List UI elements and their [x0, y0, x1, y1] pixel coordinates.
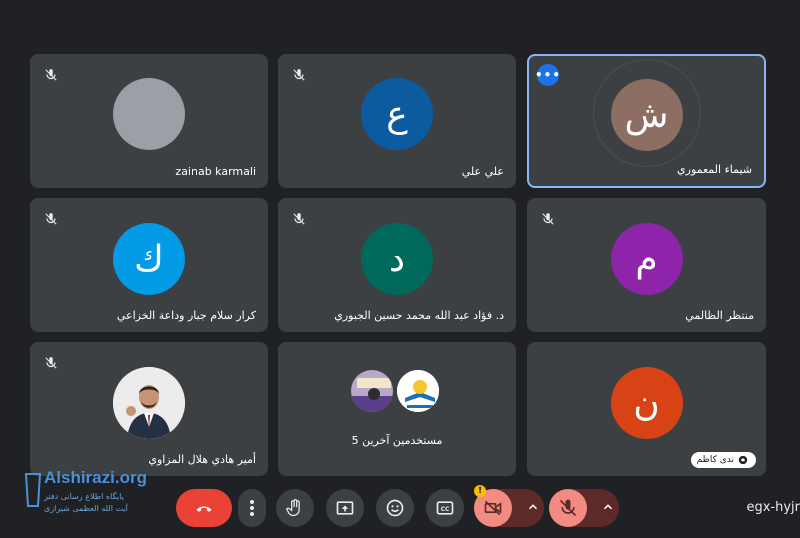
mic-toggle-button[interactable]: [549, 489, 587, 527]
present-screen-button[interactable]: [326, 489, 364, 527]
organization-logo: [395, 368, 441, 414]
participant-avatar: د: [361, 223, 433, 295]
participant-tile-fuad[interactable]: د د. فؤاد عبد الله محمد حسين الجبوري: [278, 198, 516, 332]
captions-icon: CC: [436, 501, 454, 515]
mic-off-icon: [42, 354, 60, 372]
watermark-title: Alshirazi.org: [44, 468, 147, 487]
mic-control-group: [549, 489, 619, 527]
participant-name: أمير هادي هلال المزاوي: [148, 453, 256, 466]
watermark-line-2: آیت الله العظمی شیرازی: [44, 504, 128, 513]
participant-name: ندى كاظم: [696, 455, 734, 465]
pin-icon: [738, 455, 748, 465]
participant-tile-ali[interactable]: ع علي علي: [278, 54, 516, 188]
participant-name: منتظر الظالمي: [685, 309, 754, 322]
mic-off-icon: [42, 66, 60, 84]
more-vert-icon: [250, 500, 254, 516]
participant-avatar: ن: [610, 367, 683, 439]
participant-name: كرار سلام جبار وداعة الخزاعي: [116, 309, 256, 322]
end-call-icon: [196, 506, 212, 512]
others-count-label: 5 مستخدمين آخرين: [351, 434, 443, 447]
captions-button[interactable]: CC: [426, 489, 464, 527]
participant-tile-zainab[interactable]: zainab karmali: [30, 54, 268, 188]
emoji-icon: [386, 499, 404, 517]
camera-off-icon: [484, 500, 502, 516]
participant-photo: [113, 367, 185, 439]
participant-photo: [349, 368, 395, 414]
participant-avatar: [113, 78, 185, 150]
more-options-icon[interactable]: •••: [535, 64, 560, 86]
participant-name: د. فؤاد عبد الله محمد حسين الجبوري: [334, 309, 504, 322]
chevron-up-icon: [528, 504, 538, 510]
participant-tile-amir[interactable]: أمير هادي هلال المزاوي: [30, 342, 268, 476]
svg-text:CC: CC: [441, 507, 450, 513]
participant-tile-others[interactable]: 5 مستخدمين آخرين: [278, 342, 516, 476]
raise-hand-icon: [285, 499, 300, 517]
end-call-button[interactable]: [176, 489, 232, 527]
watermark-logo: Alshirazi.org پایگاه اطلاع رسانی دفتر آی…: [22, 468, 202, 524]
warning-badge-icon: !: [474, 485, 486, 497]
mic-off-icon: [290, 66, 308, 84]
mic-off-icon: [290, 210, 308, 228]
participant-name: علي علي: [461, 165, 504, 178]
chevron-up-icon: [603, 504, 613, 510]
participant-tile-nada[interactable]: ن ندى كاظم: [527, 342, 766, 476]
participant-tile-muntadhar[interactable]: م منتظر الظالمي: [527, 198, 766, 332]
participant-avatar: ش: [610, 79, 683, 151]
camera-options-button[interactable]: [526, 499, 540, 518]
more-options-button[interactable]: [238, 489, 266, 527]
present-screen-icon: [336, 501, 354, 515]
participant-avatar: ع: [361, 78, 433, 150]
emoji-reaction-button[interactable]: [376, 489, 414, 527]
watermark-line-1: پایگاه اطلاع رسانی دفتر: [44, 492, 124, 501]
meeting-code: egx-hyjr: [746, 500, 800, 515]
participant-avatar: م: [610, 223, 683, 295]
participant-tile-shaimaa[interactable]: ••• ش شيماء المعموري: [527, 54, 766, 188]
participant-name: شيماء المعموري: [677, 163, 752, 176]
camera-control-group: !: [474, 485, 544, 527]
mic-off-icon: [539, 210, 557, 228]
others-avatars: [349, 368, 445, 416]
mic-off-icon: [559, 499, 577, 517]
mic-off-icon: [42, 210, 60, 228]
mic-options-button[interactable]: [601, 499, 615, 518]
participant-avatar: ك: [113, 223, 185, 295]
raise-hand-button[interactable]: [276, 489, 314, 527]
participant-tile-karrar[interactable]: ك كرار سلام جبار وداعة الخزاعي: [30, 198, 268, 332]
participant-name-chip: ندى كاظم: [690, 452, 756, 468]
participant-name: zainab karmali: [175, 165, 256, 178]
